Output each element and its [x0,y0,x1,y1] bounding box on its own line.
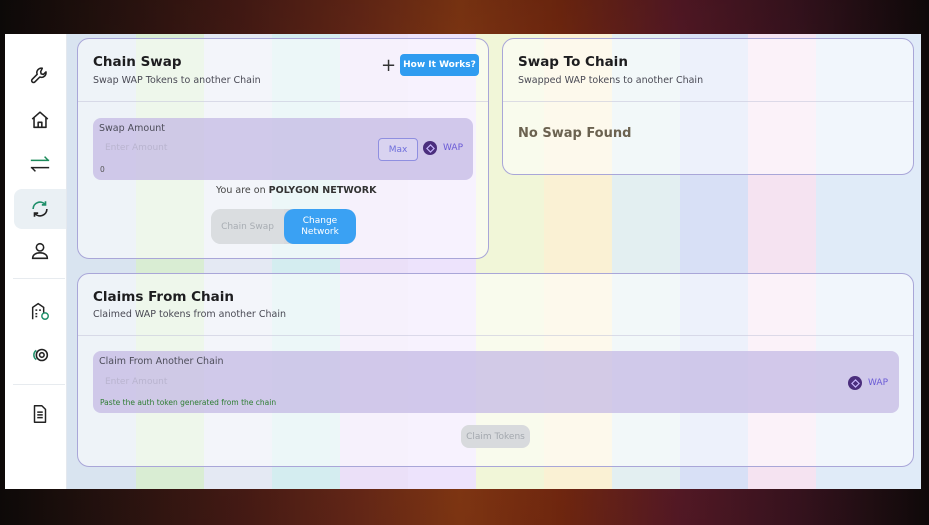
card-separator [503,101,913,102]
claim-field-label: Claim From Another Chain [99,356,224,367]
empty-state: No Swap Found [518,126,632,141]
user-icon [31,242,49,260]
network-prefix: You are on [216,185,266,196]
wrench-icon [30,67,47,84]
how-it-works-button[interactable]: How It Works? [400,54,479,76]
wap-token-selector[interactable]: WAP [423,141,463,155]
wap-token-icon [848,376,862,390]
claims-title: Claims From Chain [93,289,234,305]
network-toggle: Chain Swap Change Network [211,209,356,244]
card-separator [78,101,488,102]
sidebar-divider [13,384,65,385]
refresh-cycle-icon [32,201,48,217]
wap-token-label: WAP [443,143,463,153]
network-name: POLYGON NETWORK [268,185,377,196]
chain-swap-card: Chain Swap Swap WAP Tokens to another Ch… [77,38,489,259]
claim-hint: Paste the auth token generated from the … [100,398,277,407]
building-icon [31,302,49,320]
wap-token-icon [423,141,437,155]
chain-swap-title: Chain Swap [93,54,182,70]
change-network-toggle-option[interactable]: Change Network [284,209,356,244]
home-icon [31,111,49,129]
sidebar-item-chain-swap[interactable] [14,189,66,229]
card-separator [78,335,913,336]
claim-tokens-button[interactable]: Claim Tokens [461,425,530,448]
sidebar-item-home[interactable] [14,100,66,140]
swap-amount-label: Swap Amount [99,123,166,134]
sidebar-divider [13,278,65,279]
swap-amount-input[interactable]: Enter Amount [105,143,167,153]
sidebar [5,34,67,489]
document-icon [33,405,47,423]
network-status: You are on POLYGON NETWORK [216,185,376,196]
claims-card: Claims From Chain Claimed WAP tokens fro… [77,273,914,467]
swap-to-chain-card: Swap To Chain Swapped WAP tokens to anot… [502,38,914,175]
sidebar-item-rewards[interactable] [14,335,66,375]
swap-to-chain-title: Swap To Chain [518,54,628,70]
coins-icon [33,348,49,362]
max-button[interactable]: Max [378,138,418,161]
add-icon[interactable]: + [381,57,396,75]
sidebar-item-docs[interactable] [14,394,66,434]
swap-balance: 0 [100,165,105,174]
claim-auth-input[interactable]: Enter Amount [105,377,167,387]
chain-swap-subtitle: Swap WAP Tokens to another Chain [93,75,261,86]
swap-amount-field: Swap Amount Enter Amount 0 Max WAP [93,118,473,180]
swap-arrows-icon [30,156,50,172]
sidebar-item-swap[interactable] [14,144,66,184]
swap-to-chain-subtitle: Swapped WAP tokens to another Chain [518,75,704,86]
sidebar-item-tools[interactable] [14,56,66,96]
claim-field: Claim From Another Chain Enter Amount Pa… [93,351,899,413]
claim-wap-token: WAP [848,376,888,390]
sidebar-item-profile[interactable] [14,231,66,271]
sidebar-item-staking[interactable] [14,291,66,331]
claims-subtitle: Claimed WAP tokens from another Chain [93,309,286,320]
chain-swap-toggle-option[interactable]: Chain Swap [211,209,284,244]
app-window: Chain Swap Swap WAP Tokens to another Ch… [5,34,921,489]
wap-token-label: WAP [868,378,888,388]
